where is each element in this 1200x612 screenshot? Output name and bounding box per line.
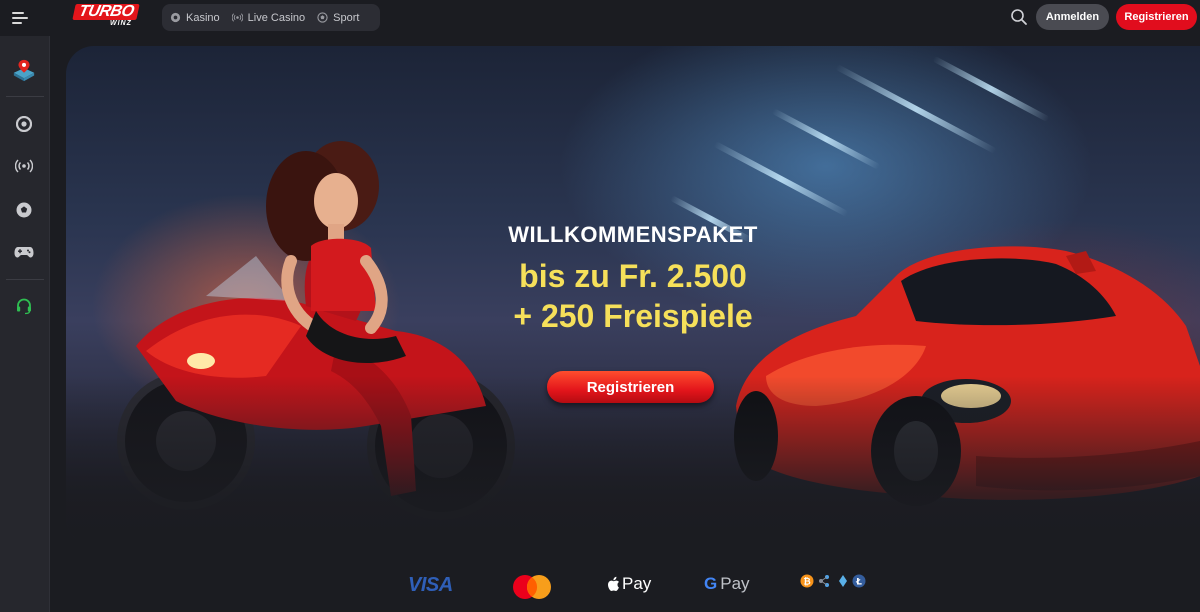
apple-pay-label: Pay <box>622 574 652 593</box>
google-pay-label: Pay <box>720 574 750 593</box>
litecoin-icon: Ł <box>852 574 866 588</box>
tether-icon <box>839 575 847 587</box>
logo-subtitle: WINZ <box>110 20 132 27</box>
sidebar-item-casino[interactable] <box>12 112 36 136</box>
svg-text:₿: ₿ <box>803 577 810 588</box>
sidebar-item-live-casino[interactable] <box>12 154 36 178</box>
nav-live-casino-label: Live Casino <box>247 11 306 24</box>
visa-logo: VISA <box>408 574 453 596</box>
sidebar-item-support[interactable] <box>12 294 36 318</box>
mastercard-icon <box>511 574 553 600</box>
payment-methods: VISA Pay G Pay ₿ Ł <box>50 560 1200 612</box>
gamepad-icon <box>14 247 34 258</box>
headset-support-icon <box>17 298 31 315</box>
sidebar-divider <box>6 279 44 280</box>
login-button[interactable]: Anmelden <box>1036 4 1109 30</box>
apple-pay-logo: Pay <box>607 574 651 594</box>
nav-sport-label: Sport <box>333 11 360 24</box>
register-button[interactable]: Registrieren <box>1116 4 1197 30</box>
search-icon[interactable] <box>1010 8 1028 26</box>
nav-sport[interactable]: Sport <box>317 12 359 24</box>
welcome-banner[interactable]: WILLKOMMENSPAKET bis zu Fr. 2.500 + 250 … <box>66 46 1200 546</box>
top-bar: TURBO WINZ Kasino Live Casino Sport Anme… <box>0 0 1200 36</box>
soccer-ball-icon <box>16 202 32 218</box>
google-g-icon: G <box>704 574 718 593</box>
logo-wordmark: TURBO <box>72 3 141 20</box>
light-streak <box>932 55 1050 123</box>
nav-kasino[interactable]: Kasino <box>170 12 220 24</box>
sidebar-item-sport[interactable] <box>12 198 36 222</box>
light-streak <box>771 108 881 170</box>
bitcoin-icon: ₿ <box>800 574 814 588</box>
hamburger-menu-icon[interactable] <box>12 10 30 26</box>
map-pin-icon <box>13 59 35 82</box>
chip-icon <box>16 116 32 132</box>
ripple-icon <box>819 575 829 587</box>
apple-icon <box>608 576 619 591</box>
google-pay-logo: G Pay <box>704 574 750 594</box>
sidebar <box>0 36 50 612</box>
banner-title: WILLKOMMENSPAKET <box>508 222 758 247</box>
banner-bonus-amount: bis zu Fr. 2.500 <box>519 258 747 294</box>
sidebar-divider <box>6 96 44 97</box>
nav-live-casino[interactable]: Live Casino <box>231 11 306 24</box>
svg-text:Ł: Ł <box>855 578 862 588</box>
nav-kasino-label: Kasino <box>186 11 220 24</box>
crypto-icons: ₿ Ł <box>800 574 866 588</box>
chip-icon <box>170 12 181 23</box>
broadcast-icon <box>15 159 33 173</box>
broadcast-icon <box>231 13 243 22</box>
banner-register-button[interactable]: Registrieren <box>547 371 714 403</box>
light-streak <box>713 141 849 217</box>
sidebar-item-games[interactable] <box>12 240 36 264</box>
soccer-ball-icon <box>317 12 328 23</box>
turbowinz-logo[interactable]: TURBO WINZ <box>72 3 152 30</box>
main-nav: Kasino Live Casino Sport <box>162 4 380 31</box>
sidebar-item-map[interactable] <box>12 58 36 82</box>
banner-free-spins: + 250 Freispiele <box>513 298 753 334</box>
